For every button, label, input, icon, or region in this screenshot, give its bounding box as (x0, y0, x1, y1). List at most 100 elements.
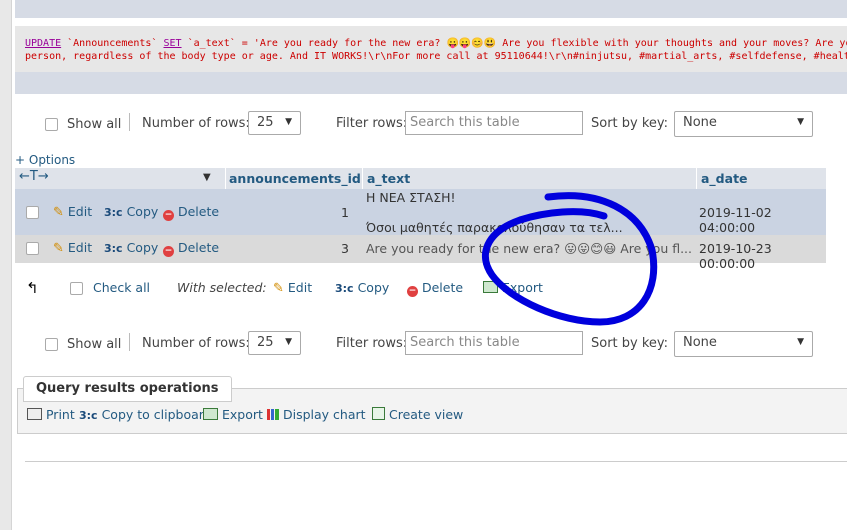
chevron-down-icon: ▼ (285, 117, 292, 127)
display-chart-label: Display chart (282, 407, 366, 422)
cell-announcements-id: 3 (341, 241, 349, 256)
options-link[interactable]: + Options (15, 153, 75, 167)
bulk-delete-button[interactable]: − Delete (407, 280, 463, 297)
delete-icon: − (163, 246, 174, 257)
sql-set-clause: `a_text` = 'Are you ready for the new er… (181, 38, 847, 49)
filter-input[interactable]: Search this table (405, 111, 583, 135)
with-selected-bar: ↰ Check all With selected: ✎ Edit 3:c Co… (15, 276, 715, 300)
cell-a-date: 2019-10-23 00:00:00 (699, 241, 772, 271)
row-checkbox[interactable] (26, 242, 39, 255)
bulk-edit-button[interactable]: ✎ Edit (273, 280, 312, 296)
filter-input[interactable]: Search this table (405, 331, 583, 355)
cell-announcements-id: 1 (341, 205, 349, 220)
sort-select[interactable]: None ▼ (674, 331, 813, 357)
chevron-down-icon: ▼ (797, 117, 804, 127)
edit-label: Edit (67, 240, 93, 255)
check-arrow-icon: ↰ (26, 279, 39, 297)
bulk-edit-label: Edit (287, 280, 313, 295)
copy-to-clipboard-label: Copy to clipboard (101, 407, 212, 422)
copy-label: Copy (126, 240, 159, 255)
show-all-checkbox[interactable] (45, 118, 58, 131)
rows-select-value: 25 (257, 115, 274, 130)
column-header-a-date[interactable]: a_date (701, 171, 748, 186)
pencil-icon: ✎ (273, 281, 284, 296)
export-button[interactable]: Export (203, 407, 263, 422)
column-resize-arrows-icon[interactable]: ←T→ (19, 169, 49, 184)
bar-chart-icon (267, 409, 279, 420)
edit-label: Edit (67, 204, 93, 219)
export-label: Export (221, 407, 263, 422)
delete-label: Delete (177, 240, 220, 255)
table-row[interactable]: ✎ Edit 3:c Copy − Delete 3 Are you ready… (15, 235, 826, 271)
sql-query-text: UPDATE `Announcements` SET `a_text` = 'A… (25, 37, 847, 63)
show-all-label: Show all (67, 337, 122, 352)
print-button[interactable]: Print (27, 407, 75, 422)
cell-a-text-line-1: Η ΝΕΑ ΣΤΑΣΗ! (366, 190, 456, 205)
print-label: Print (45, 407, 75, 422)
export-icon (483, 281, 498, 293)
sort-label: Sort by key: (591, 116, 669, 131)
rows-label: Number of rows: (142, 116, 250, 131)
row-checkbox[interactable] (26, 206, 39, 219)
sort-label: Sort by key: (591, 336, 669, 351)
sort-select[interactable]: None ▼ (674, 111, 813, 137)
filter-placeholder: Search this table (410, 115, 520, 130)
copy-label: Copy (126, 204, 159, 219)
edit-button[interactable]: ✎ Edit (53, 240, 92, 256)
rows-select[interactable]: 25 ▼ (248, 111, 301, 135)
column-header-announcements-id[interactable]: announcements_id (229, 171, 361, 186)
sql-box-footer (15, 72, 847, 94)
pencil-icon: ✎ (53, 205, 64, 220)
delete-label: Delete (177, 204, 220, 219)
chevron-down-icon: ▼ (285, 337, 292, 347)
printer-icon (27, 408, 42, 420)
sql-keyword-set[interactable]: SET (163, 38, 181, 49)
edit-button[interactable]: ✎ Edit (53, 204, 92, 220)
cell-a-date: 2019-11-02 04:00:00 (699, 205, 772, 235)
copy-to-clipboard-button[interactable]: 3:c Copy to clipboard (79, 407, 212, 422)
sql-query-box: UPDATE `Announcements` SET `a_text` = 'A… (15, 26, 847, 72)
filter-label: Filter rows: (336, 116, 408, 131)
copy-icon: 3:c (104, 206, 123, 219)
delete-button[interactable]: − Delete (163, 240, 219, 257)
check-all-label[interactable]: Check all (93, 280, 150, 295)
pencil-icon: ✎ (53, 241, 64, 256)
delete-icon: − (163, 210, 174, 221)
query-results-operations-title: Query results operations (23, 376, 232, 402)
sql-keyword-update[interactable]: UPDATE (25, 38, 61, 49)
top-header-strip (15, 0, 847, 18)
bulk-copy-label: Copy (357, 280, 390, 295)
copy-icon: 3:c (79, 409, 98, 422)
sort-select-value: None (683, 115, 717, 130)
create-view-label: Create view (388, 407, 464, 422)
with-selected-label: With selected: (177, 280, 267, 295)
column-header-a-text[interactable]: a_text (367, 171, 410, 186)
sort-select-value: None (683, 335, 717, 350)
cell-a-text: Are you ready for the new era? 😛😛😊😃 Are … (366, 241, 693, 256)
copy-button[interactable]: 3:c Copy (104, 204, 158, 219)
divider (129, 113, 130, 131)
delete-icon: − (407, 286, 418, 297)
table-header: ←T→ ▼ announcements_id a_text a_date (15, 168, 826, 189)
rows-select[interactable]: 25 ▼ (248, 331, 301, 355)
show-all-label: Show all (67, 117, 122, 132)
sql-line-2: person, regardless of the body type or a… (25, 51, 847, 62)
bulk-delete-label: Delete (421, 280, 464, 295)
table-row[interactable]: ✎ Edit 3:c Copy − Delete 1 Η ΝΕΑ ΣΤΑΣΗ! … (15, 189, 826, 235)
create-view-button[interactable]: Create view (372, 407, 463, 422)
copy-icon: 3:c (335, 282, 354, 295)
bulk-export-button[interactable]: Export (483, 280, 543, 295)
sql-table-name: `Announcements` (61, 38, 164, 49)
filter-label: Filter rows: (336, 336, 408, 351)
display-chart-button[interactable]: Display chart (267, 407, 366, 422)
copy-button[interactable]: 3:c Copy (104, 240, 158, 255)
divider (129, 333, 130, 351)
nav-row-top: Show all Number of rows: 25 ▼ Filter rows… (15, 106, 847, 142)
delete-button[interactable]: − Delete (163, 204, 219, 221)
check-all-checkbox[interactable] (70, 282, 83, 295)
sort-dropdown-icon[interactable]: ▼ (203, 172, 211, 183)
show-all-checkbox[interactable] (45, 338, 58, 351)
rows-select-value: 25 (257, 335, 274, 350)
create-view-icon (372, 407, 385, 420)
bulk-copy-button[interactable]: 3:c Copy (335, 280, 389, 295)
